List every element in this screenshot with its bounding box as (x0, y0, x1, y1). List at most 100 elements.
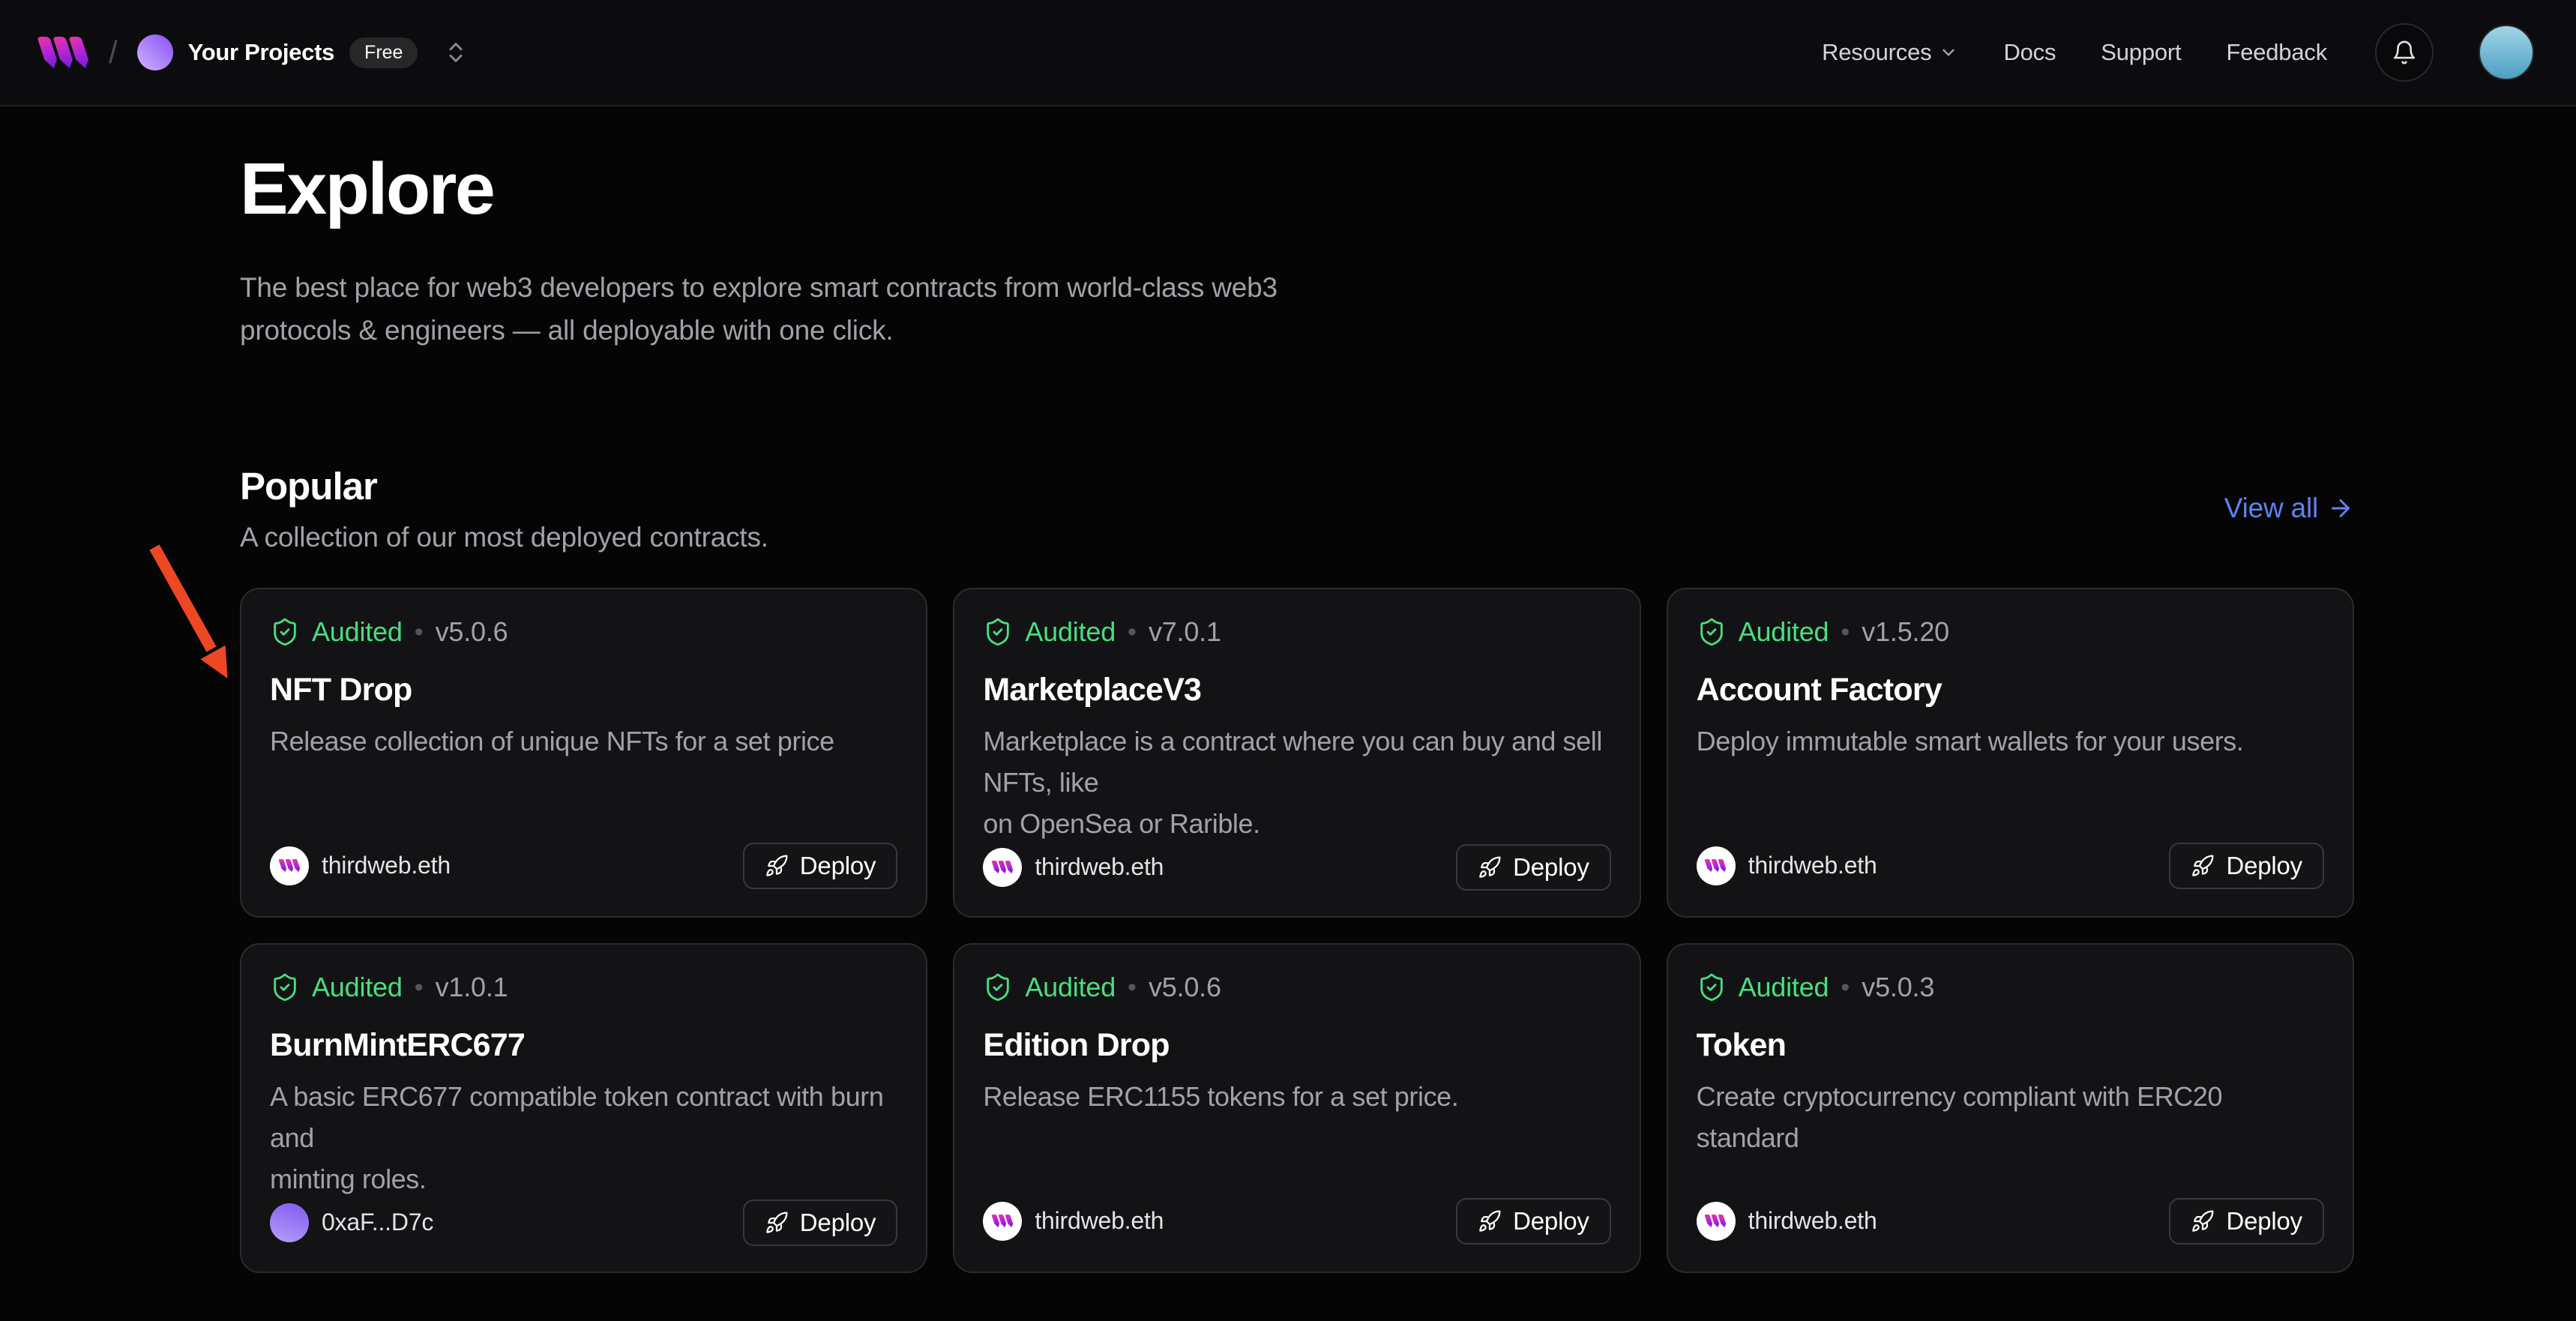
view-all-link[interactable]: View all (2224, 493, 2354, 524)
nav-resources[interactable]: Resources (1822, 39, 1958, 66)
deploy-button[interactable]: Deploy (1456, 1198, 1611, 1245)
contract-card-marketplacev3[interactable]: Audited • v7.0.1 MarketplaceV3 Marketpla… (953, 588, 1640, 918)
contract-card-account-factory[interactable]: Audited • v1.5.20 Account Factory Deploy… (1667, 588, 2354, 918)
contract-description: A basic ERC677 compatible token contract… (270, 1076, 897, 1200)
contract-description: Marketplace is a contract where you can … (983, 720, 1610, 844)
dot-separator: • (415, 975, 424, 1000)
description-line: Create cryptocurrency compliant with ERC… (1697, 1076, 2324, 1158)
rocket-icon (765, 1211, 789, 1235)
nav-support[interactable]: Support (2101, 39, 2181, 66)
nav-feedback-label: Feedback (2226, 39, 2327, 66)
deploy-button[interactable]: Deploy (2169, 1198, 2324, 1245)
dot-separator: • (1128, 975, 1137, 1000)
deploy-label: Deploy (1513, 1207, 1589, 1236)
shield-check-icon (983, 617, 1013, 647)
logo-shard (1718, 859, 1727, 872)
notifications-button[interactable] (2375, 23, 2434, 82)
contracts-grid: Audited • v5.0.6 NFT Drop Release collec… (240, 588, 2354, 1303)
audited-label: Audited (1739, 972, 1829, 1003)
dot-separator: • (1841, 975, 1850, 1000)
shield-check-icon (270, 617, 300, 647)
contract-title: BurnMintERC677 (270, 1027, 897, 1064)
nav-support-label: Support (2101, 39, 2181, 66)
publisher-link[interactable]: thirdweb.eth (983, 848, 1164, 887)
publisher-link[interactable]: thirdweb.eth (270, 846, 451, 885)
deploy-label: Deploy (2226, 852, 2302, 880)
version-label: v5.0.3 (1862, 972, 1934, 1003)
contract-title: Account Factory (1697, 672, 2324, 708)
audited-label: Audited (312, 616, 403, 648)
popular-subtitle: A collection of our most deployed contra… (240, 522, 768, 553)
contract-title: MarketplaceV3 (983, 672, 1610, 708)
shield-check-icon (1697, 972, 1727, 1002)
card-footer: thirdweb.eth Deploy (1697, 1198, 2324, 1245)
page-subtitle-line: protocols & engineers — all deployable w… (240, 309, 2354, 352)
page-subtitle: The best place for web3 developers to ex… (240, 266, 2354, 352)
chevrons-up-down-icon[interactable] (443, 40, 469, 65)
logo-shard (1005, 861, 1014, 873)
popular-heading-block: Popular A collection of our most deploye… (240, 464, 768, 553)
shield-check-icon (983, 972, 1013, 1002)
publisher-link[interactable]: thirdweb.eth (983, 1202, 1164, 1241)
logo-shard (1005, 1215, 1014, 1227)
audited-label: Audited (1025, 616, 1116, 648)
card-meta-row: Audited • v5.0.6 (983, 972, 1610, 1003)
user-avatar[interactable] (2479, 25, 2534, 80)
description-line: Release collection of unique NFTs for a … (270, 720, 897, 762)
top-navigation-bar: / Your Projects Free Resources Docs Supp… (0, 0, 2576, 106)
rocket-icon (1478, 1209, 1502, 1233)
rocket-icon (1478, 855, 1502, 879)
shield-check-icon (1697, 617, 1727, 647)
dot-separator: • (1128, 619, 1137, 645)
breadcrumb-separator: / (109, 34, 118, 70)
thirdweb-mini-logo (280, 859, 299, 872)
description-line: Marketplace is a contract where you can … (983, 720, 1610, 803)
version-label: v5.0.6 (436, 616, 508, 648)
popular-title: Popular (240, 464, 768, 508)
rocket-icon (2191, 854, 2215, 878)
card-footer: 0xaF...D7c Deploy (270, 1200, 897, 1246)
bell-icon (2392, 40, 2417, 65)
deploy-button[interactable]: Deploy (743, 843, 898, 889)
version-label: v5.0.6 (1149, 972, 1221, 1003)
deploy-label: Deploy (2226, 1207, 2302, 1236)
nav-docs-label: Docs (2003, 39, 2056, 66)
contract-card-token[interactable]: Audited • v5.0.3 Token Create cryptocurr… (1667, 943, 2354, 1273)
deploy-button[interactable]: Deploy (2169, 843, 2324, 889)
contract-card-edition-drop[interactable]: Audited • v5.0.6 Edition Drop Release ER… (953, 943, 1640, 1273)
header-nav: Resources Docs Support Feedback (1822, 23, 2534, 82)
thirdweb-publisher-avatar (270, 846, 309, 885)
publisher-name: thirdweb.eth (1035, 1207, 1164, 1235)
nav-docs[interactable]: Docs (2003, 39, 2056, 66)
thirdweb-logo[interactable] (42, 37, 86, 68)
dot-separator: • (415, 619, 424, 645)
contract-description: Deploy immutable smart wallets for your … (1697, 720, 2324, 762)
deploy-button[interactable]: Deploy (743, 1200, 898, 1246)
contract-card-burnminterc677[interactable]: Audited • v1.0.1 BurnMintERC677 A basic … (240, 943, 927, 1273)
nav-feedback[interactable]: Feedback (2226, 39, 2327, 66)
card-meta-row: Audited • v5.0.3 (1697, 972, 2324, 1003)
publisher-name: thirdweb.eth (1748, 852, 1877, 879)
publisher-link[interactable]: thirdweb.eth (1697, 846, 1877, 885)
logo-shard (292, 859, 301, 872)
deploy-label: Deploy (1513, 853, 1589, 882)
arrow-right-icon (2327, 495, 2354, 522)
plan-badge: Free (349, 37, 418, 68)
contract-card-nft-drop[interactable]: Audited • v5.0.6 NFT Drop Release collec… (240, 588, 927, 918)
publisher-link[interactable]: thirdweb.eth (1697, 1202, 1877, 1241)
shield-check-icon (270, 972, 300, 1002)
description-line: Deploy immutable smart wallets for your … (1697, 720, 2324, 762)
team-name: Your Projects (188, 39, 334, 66)
contract-title: Token (1697, 1027, 2324, 1064)
page-title: Explore (240, 150, 2354, 229)
rocket-icon (765, 854, 789, 878)
team-selector[interactable]: Your Projects Free (137, 34, 469, 70)
card-meta-row: Audited • v1.0.1 (270, 972, 897, 1003)
contract-description: Release ERC1155 tokens for a set price. (983, 1076, 1610, 1117)
description-line: minting roles. (270, 1158, 897, 1200)
deploy-button[interactable]: Deploy (1456, 844, 1611, 891)
publisher-name: thirdweb.eth (322, 852, 451, 879)
audited-label: Audited (312, 972, 403, 1003)
thirdweb-mini-logo (993, 861, 1012, 873)
publisher-link[interactable]: 0xaF...D7c (270, 1203, 433, 1242)
